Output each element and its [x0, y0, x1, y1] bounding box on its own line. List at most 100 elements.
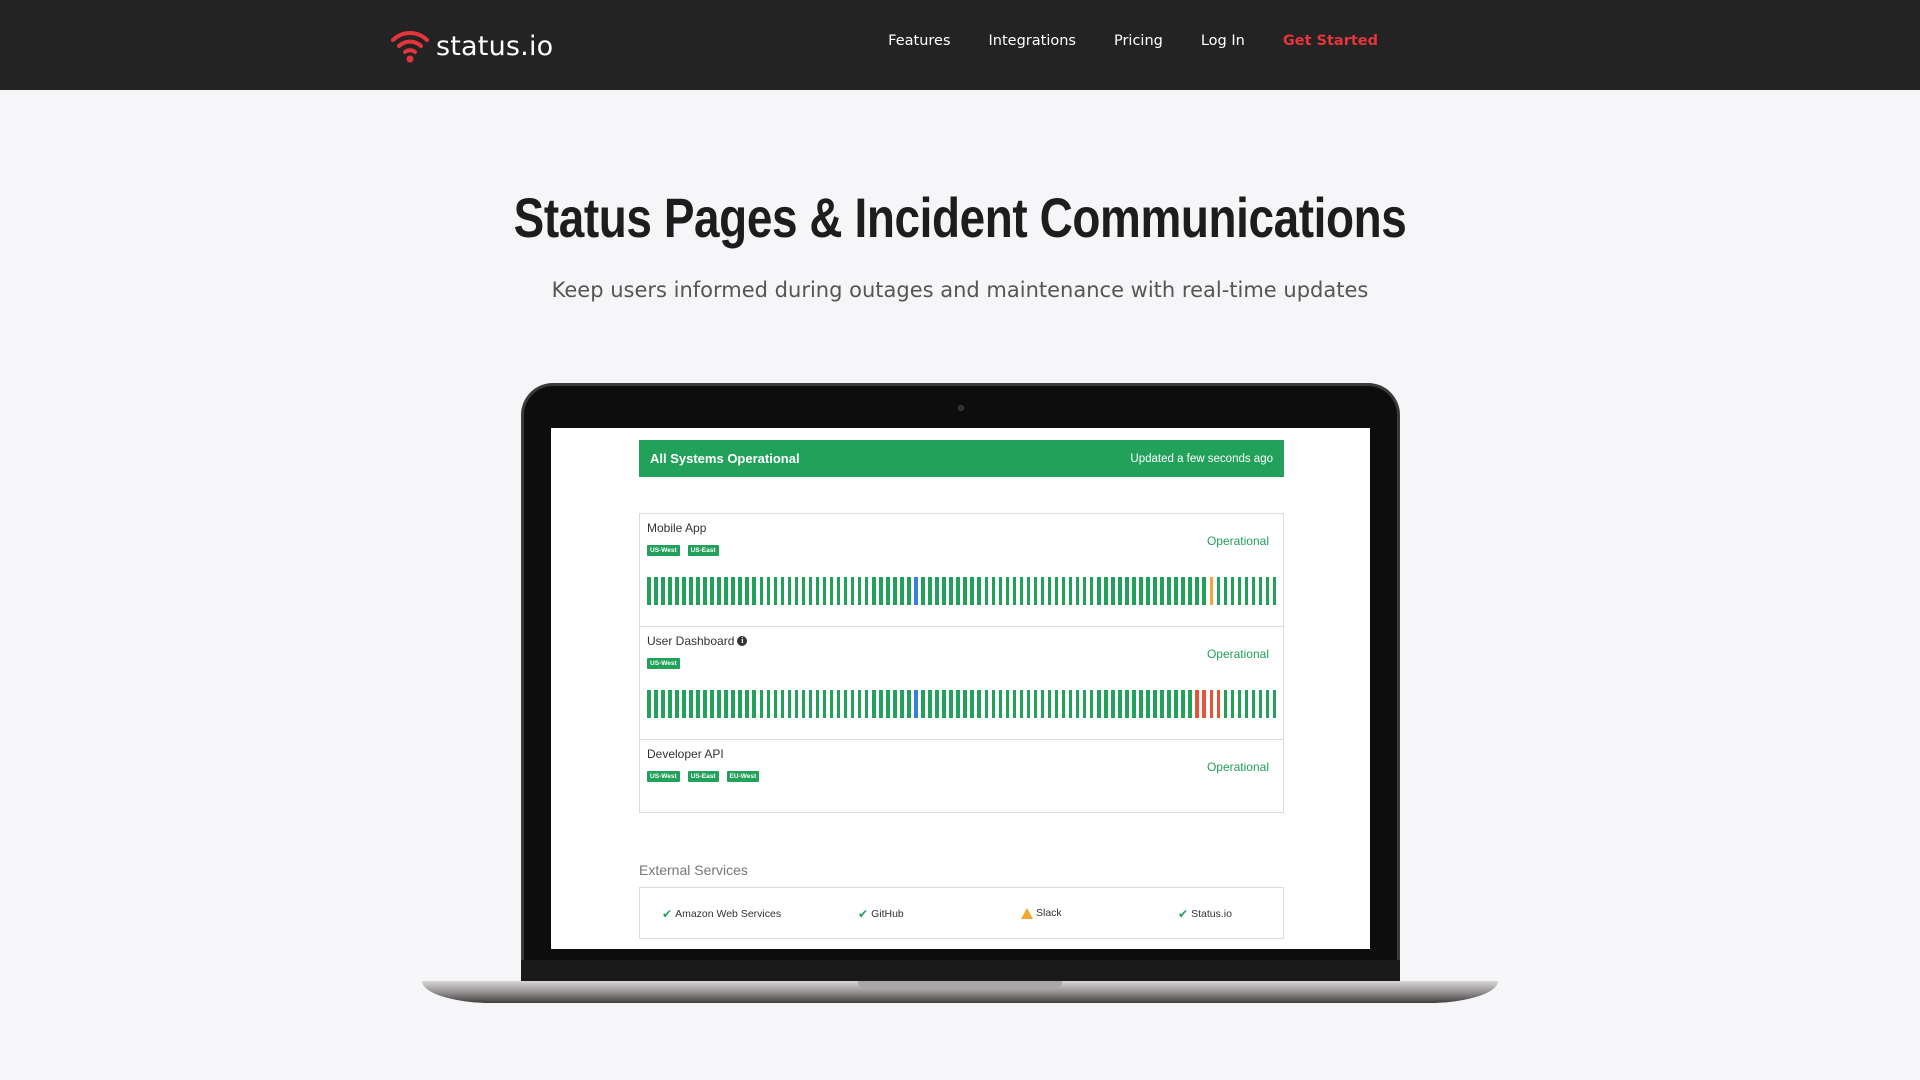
uptime-bar-operational[interactable] [822, 577, 827, 605]
uptime-bar-operational[interactable] [1111, 690, 1115, 718]
uptime-bar-operational[interactable] [1075, 577, 1080, 605]
uptime-bar-operational[interactable] [1202, 577, 1206, 605]
uptime-bar-operational[interactable] [752, 690, 756, 718]
uptime-bar-operational[interactable] [1082, 690, 1087, 718]
uptime-bar-operational[interactable] [1082, 577, 1087, 605]
uptime-bar-operational[interactable] [893, 690, 897, 718]
uptime-bar-operational[interactable] [1026, 690, 1031, 718]
uptime-bar-operational[interactable] [977, 577, 981, 605]
uptime-bar-operational[interactable] [1054, 577, 1059, 605]
uptime-bar-operational[interactable] [647, 690, 651, 718]
uptime-bar-operational[interactable] [1251, 690, 1256, 718]
uptime-bar-operational[interactable] [956, 690, 960, 718]
uptime-bar-operational[interactable] [970, 577, 974, 605]
uptime-bar-operational[interactable] [1181, 577, 1185, 605]
uptime-bar-outage[interactable] [1216, 690, 1221, 718]
uptime-bar-operational[interactable] [1005, 577, 1010, 605]
uptime-bar-operational[interactable] [843, 577, 848, 605]
uptime-bar-operational[interactable] [843, 690, 848, 718]
uptime-bar-operational[interactable] [949, 690, 953, 718]
uptime-bar-operational[interactable] [879, 690, 883, 718]
uptime-bar-operational[interactable] [682, 690, 686, 718]
uptime-bar-operational[interactable] [984, 577, 988, 605]
uptime-bar-operational[interactable] [689, 577, 693, 605]
nav-link-features[interactable]: Features [888, 33, 950, 49]
uptime-bar-operational[interactable] [1223, 577, 1228, 605]
uptime-bar-operational[interactable] [1265, 577, 1270, 605]
uptime-bar-operational[interactable] [766, 690, 771, 718]
uptime-bar-outage[interactable] [1195, 690, 1199, 718]
uptime-bar-operational[interactable] [1026, 577, 1031, 605]
uptime-bar-operational[interactable] [1118, 577, 1122, 605]
uptime-bar-operational[interactable] [857, 577, 862, 605]
uptime-bar-operational[interactable] [942, 577, 946, 605]
uptime-bar-operational[interactable] [1019, 577, 1024, 605]
uptime-bar-operational[interactable] [1132, 690, 1136, 718]
uptime-bar-operational[interactable] [1047, 577, 1052, 605]
uptime-bar-operational[interactable] [1075, 690, 1080, 718]
uptime-bar-maintenance[interactable] [914, 690, 918, 718]
uptime-bar-operational[interactable] [1125, 690, 1129, 718]
logo[interactable]: status.io [390, 28, 553, 64]
uptime-bar-degraded[interactable] [1209, 577, 1213, 605]
uptime-bar-operational[interactable] [1125, 577, 1129, 605]
uptime-bar-operational[interactable] [1061, 690, 1066, 718]
uptime-bar-operational[interactable] [949, 577, 953, 605]
uptime-bar-outage[interactable] [1202, 690, 1206, 718]
uptime-bar-operational[interactable] [759, 577, 763, 605]
uptime-bar-operational[interactable] [836, 577, 841, 605]
uptime-bar-operational[interactable] [1146, 577, 1150, 605]
uptime-bar-operational[interactable] [738, 577, 742, 605]
uptime-bar-operational[interactable] [1216, 577, 1221, 605]
uptime-bar-operational[interactable] [1160, 690, 1164, 718]
uptime-bar-operational[interactable] [921, 577, 925, 605]
uptime-bar-operational[interactable] [731, 577, 735, 605]
uptime-bar-operational[interactable] [921, 690, 925, 718]
uptime-bar-operational[interactable] [689, 690, 693, 718]
nav-link-login[interactable]: Log In [1201, 33, 1245, 49]
uptime-bar-operational[interactable] [991, 577, 996, 605]
uptime-bar-operational[interactable] [696, 690, 700, 718]
uptime-bar-operational[interactable] [647, 577, 651, 605]
uptime-bar-operational[interactable] [1068, 577, 1073, 605]
uptime-bar-operational[interactable] [1104, 690, 1108, 718]
uptime-bar-operational[interactable] [857, 690, 862, 718]
uptime-bar-operational[interactable] [998, 577, 1003, 605]
uptime-bar-operational[interactable] [731, 690, 735, 718]
info-icon[interactable]: i [737, 636, 748, 646]
uptime-bar-operational[interactable] [1089, 577, 1094, 605]
uptime-bar-operational[interactable] [780, 577, 785, 605]
uptime-bar-outage[interactable] [1209, 690, 1213, 718]
uptime-bar-operational[interactable] [886, 577, 890, 605]
uptime-bar-operational[interactable] [710, 690, 714, 718]
uptime-bar-operational[interactable] [710, 577, 714, 605]
uptime-bar-operational[interactable] [1146, 690, 1150, 718]
uptime-bar-operational[interactable] [864, 690, 869, 718]
uptime-bar-operational[interactable] [893, 577, 897, 605]
uptime-bar-operational[interactable] [1230, 577, 1235, 605]
uptime-bar-operational[interactable] [675, 577, 679, 605]
nav-link-pricing[interactable]: Pricing [1114, 33, 1163, 49]
uptime-bar-operational[interactable] [1160, 577, 1164, 605]
uptime-bar-operational[interactable] [808, 577, 813, 605]
uptime-bar-operational[interactable] [794, 577, 799, 605]
uptime-bar-operational[interactable] [1195, 577, 1199, 605]
uptime-bar-operational[interactable] [864, 577, 869, 605]
uptime-bar-operational[interactable] [900, 690, 904, 718]
uptime-bar-operational[interactable] [1167, 690, 1171, 718]
uptime-bar-operational[interactable] [970, 690, 974, 718]
uptime-bar-operational[interactable] [956, 577, 960, 605]
uptime-bar-operational[interactable] [661, 577, 665, 605]
uptime-bar-operational[interactable] [724, 577, 728, 605]
uptime-bar-operational[interactable] [1139, 577, 1143, 605]
uptime-bar-operational[interactable] [668, 577, 672, 605]
uptime-bar-operational[interactable] [1237, 577, 1242, 605]
uptime-bar-operational[interactable] [815, 577, 820, 605]
uptime-bar-operational[interactable] [886, 690, 890, 718]
uptime-bar-operational[interactable] [1111, 577, 1115, 605]
uptime-bar-operational[interactable] [801, 577, 806, 605]
uptime-bar-maintenance[interactable] [914, 577, 918, 605]
uptime-bar-operational[interactable] [850, 690, 855, 718]
uptime-bar-operational[interactable] [1265, 690, 1270, 718]
uptime-bar-operational[interactable] [928, 577, 932, 605]
